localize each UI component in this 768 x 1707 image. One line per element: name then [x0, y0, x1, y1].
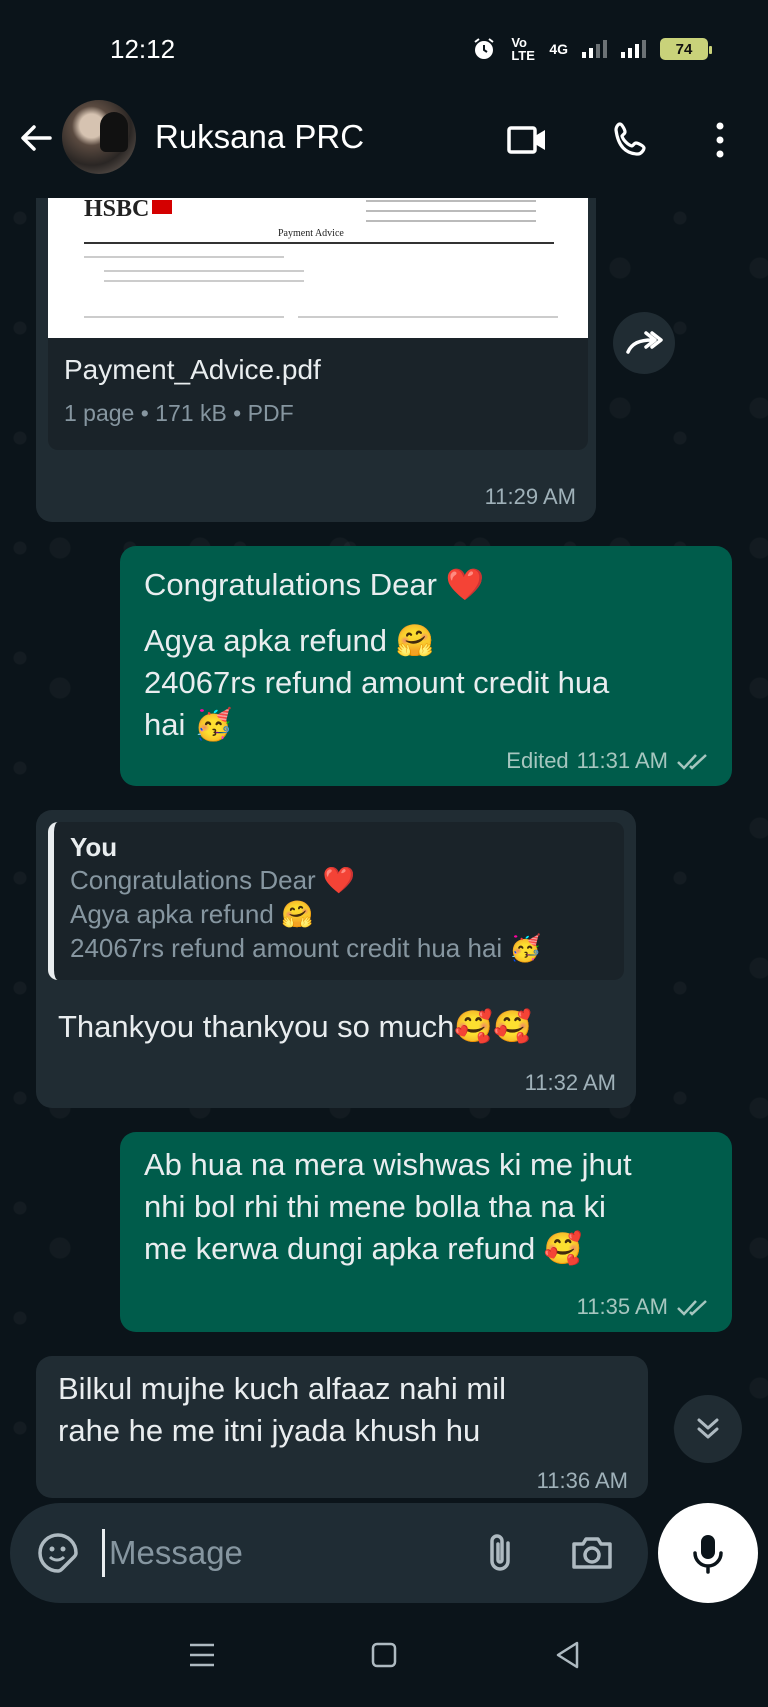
preview-title: Payment Advice: [278, 228, 344, 239]
network-type: 4G: [549, 41, 568, 57]
message-line: Ab hua na mera wishwas ki me jhut: [144, 1147, 632, 1182]
contact-name[interactable]: Ruksana PRC: [155, 118, 364, 156]
back-arrow-icon[interactable]: [16, 118, 56, 158]
message-time: 11:35 AM: [576, 1294, 668, 1319]
more-options-icon[interactable]: [698, 118, 742, 162]
hsbc-logo-icon: [152, 200, 172, 214]
attach-icon[interactable]: [480, 1531, 524, 1575]
preview-text-lines: [84, 256, 284, 258]
avatar[interactable]: [62, 100, 136, 174]
message-meta: 11:36 AM: [537, 1468, 628, 1494]
network-label: Vo LTE: [511, 35, 535, 63]
read-ticks-icon: [677, 754, 707, 770]
video-call-icon[interactable]: [506, 118, 550, 162]
message-meta: 11:35 AM: [577, 1294, 712, 1320]
forward-button[interactable]: [613, 312, 675, 374]
sticker-icon[interactable]: [36, 1531, 80, 1575]
document-message[interactable]: HSBC Payment Advice Payment_Advice.pdf 1…: [36, 198, 596, 522]
quote-line: Agya apka refund 🤗: [70, 899, 314, 929]
edited-label: Edited: [506, 748, 569, 773]
quote-line: Congratulations Dear ❤️: [70, 865, 356, 895]
status-icons: Vo LTE 4G 74: [471, 35, 712, 63]
mic-icon: [693, 1535, 723, 1574]
alarm-icon: [474, 38, 494, 59]
read-ticks-icon: [677, 1300, 707, 1316]
back-icon[interactable]: [550, 1637, 586, 1673]
quoted-message[interactable]: You Congratulations Dear ❤️ Agya apka re…: [48, 822, 624, 980]
signal-icon: [582, 40, 607, 58]
quote-author: You: [70, 832, 118, 862]
battery-level: 74: [675, 40, 693, 58]
recents-icon[interactable]: [184, 1637, 220, 1673]
document-info[interactable]: Payment_Advice.pdf 1 page • 171 kB • PDF: [48, 338, 588, 450]
status-time: 12:12: [110, 34, 176, 64]
chat-area[interactable]: HSBC Payment Advice Payment_Advice.pdf 1…: [0, 198, 768, 1498]
message-line: nhi bol rhi thi mene bolla tha na ki: [144, 1189, 606, 1224]
document-file-info: 1 page • 171 kB • PDF: [64, 400, 294, 426]
message-meta: 11:29 AM: [485, 484, 576, 510]
home-icon[interactable]: [366, 1637, 402, 1673]
preview-lines: [366, 200, 536, 202]
message-line: Agya apka refund 🤗: [144, 623, 435, 658]
outgoing-message[interactable]: Ab hua na mera wishwas ki me jhut nhi bo…: [120, 1132, 732, 1332]
message-text: Thankyou thankyou so much🥰🥰: [58, 1009, 532, 1044]
message-time: 11:31 AM: [576, 748, 668, 773]
message-meta: 11:32 AM: [525, 1070, 616, 1096]
message-input[interactable]: [102, 1529, 462, 1577]
battery-icon: 74: [660, 38, 712, 60]
message-time: 11:36 AM: [536, 1468, 628, 1493]
status-bar: 12:12 Vo LTE 4G 74: [0, 0, 768, 100]
message-line: rahe he me itni jyada khush hu: [58, 1413, 481, 1448]
reply-message[interactable]: You Congratulations Dear ❤️ Agya apka re…: [36, 810, 636, 1108]
chat-header: Ruksana PRC: [0, 100, 768, 198]
preview-rule: [84, 242, 554, 244]
document-file-name[interactable]: Payment_Advice.pdf: [64, 354, 321, 386]
preview-text-lines-2: [298, 316, 558, 318]
camera-icon[interactable]: [570, 1531, 614, 1575]
voice-call-icon[interactable]: [610, 118, 654, 162]
preview-brand: HSBC: [84, 198, 150, 222]
message-line: hai 🥳: [144, 707, 233, 742]
navigation-bar: [0, 1603, 768, 1707]
message-composer: [10, 1503, 648, 1603]
chevron-double-down-icon: [697, 1418, 719, 1439]
message-line: Bilkul mujhe kuch alfaaz nahi mil: [58, 1371, 506, 1406]
message-time: 11:32 AM: [524, 1070, 616, 1095]
mic-button[interactable]: [658, 1503, 758, 1603]
signal-icon-2: [621, 40, 646, 58]
document-preview[interactable]: HSBC Payment Advice: [48, 198, 588, 338]
forward-icon: [626, 331, 663, 354]
message-line: me kerwa dungi apka refund 🥰: [144, 1231, 583, 1266]
quote-line: 24067rs refund amount credit hua hai 🥳: [70, 933, 542, 963]
incoming-message[interactable]: Bilkul mujhe kuch alfaaz nahi mil rahe h…: [36, 1356, 648, 1498]
message-line: Congratulations Dear ❤️: [144, 567, 485, 602]
message-time: 11:29 AM: [484, 484, 576, 509]
message-line: 24067rs refund amount credit hua: [144, 665, 610, 700]
message-meta: Edited 11:31 AM: [506, 748, 712, 774]
outgoing-message[interactable]: Congratulations Dear ❤️ Agya apka refund…: [120, 546, 732, 786]
scroll-to-bottom-button[interactable]: [674, 1395, 742, 1463]
